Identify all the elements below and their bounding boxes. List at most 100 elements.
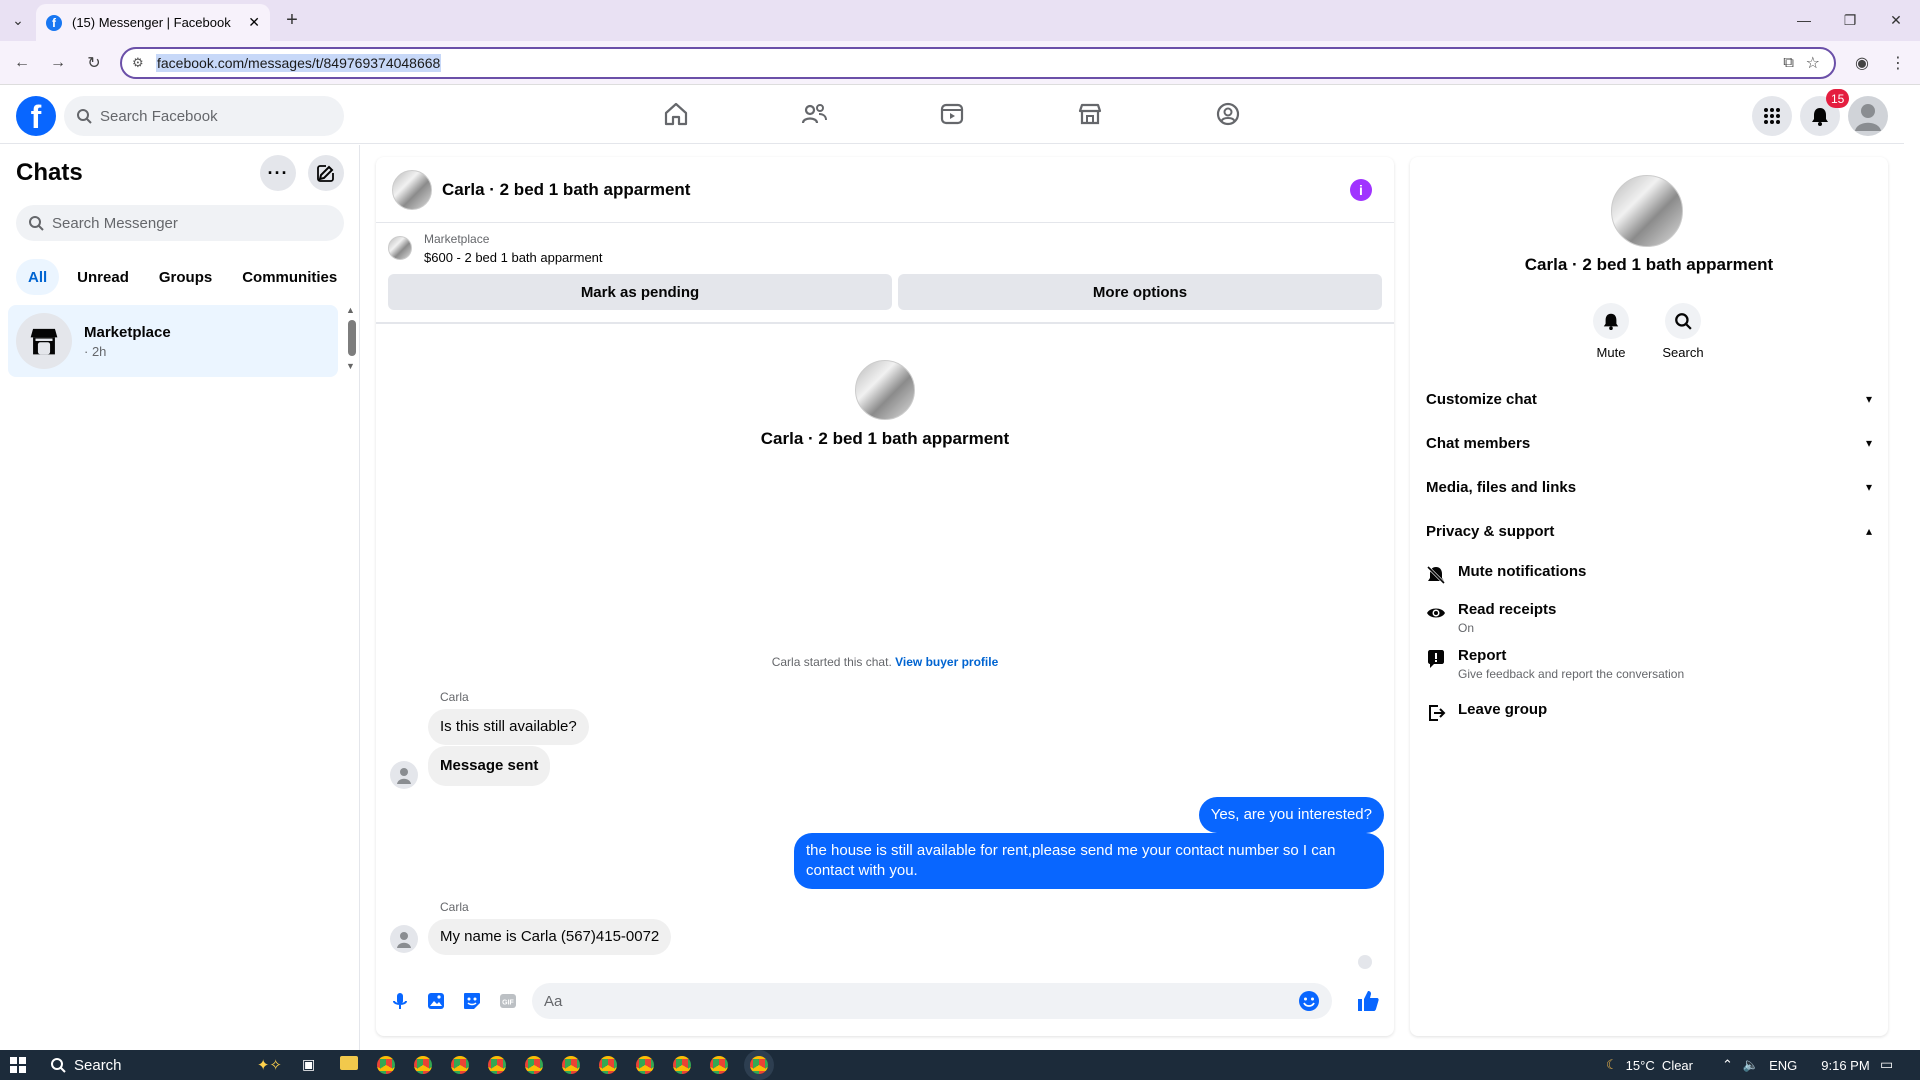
filter-communities[interactable]: Communities bbox=[230, 259, 349, 295]
menu-grid-icon[interactable] bbox=[1752, 96, 1792, 136]
copilot-sparkle-icon: ✦✧ bbox=[256, 1057, 282, 1074]
conversation-time: · 2h bbox=[84, 343, 107, 359]
mute-action[interactable]: Mute bbox=[1581, 303, 1641, 360]
install-app-icon[interactable]: ⧉ bbox=[1783, 54, 1794, 71]
filter-groups[interactable]: Groups bbox=[147, 259, 224, 295]
browser-tab[interactable]: f (15) Messenger | Facebook ✕ bbox=[36, 4, 270, 41]
video-icon[interactable] bbox=[938, 100, 966, 128]
weather-widget[interactable]: ☾ 15°C Clear bbox=[1606, 1050, 1693, 1080]
account-avatar[interactable] bbox=[1848, 96, 1888, 136]
scroll-down-icon[interactable]: ▼ bbox=[346, 361, 355, 371]
view-buyer-profile-link[interactable]: View buyer profile bbox=[895, 655, 998, 669]
message-bubble-incoming[interactable]: My name is Carla (567)415-0072 bbox=[428, 919, 672, 955]
privacy-support-section[interactable]: Privacy & support ▴ bbox=[1426, 513, 1872, 549]
file-explorer-icon[interactable] bbox=[340, 1056, 358, 1070]
chat-members-section[interactable]: Chat members ▾ bbox=[1426, 425, 1872, 461]
more-dots-icon: ··· bbox=[267, 162, 289, 183]
customize-chat-section[interactable]: Customize chat ▾ bbox=[1426, 381, 1872, 417]
seen-indicator-avatar bbox=[1358, 955, 1372, 969]
restore-icon[interactable]: ❐ bbox=[1840, 10, 1860, 30]
chat-list-scrollbar[interactable] bbox=[348, 320, 356, 356]
windows-start-icon[interactable] bbox=[10, 1057, 26, 1073]
gif-icon[interactable]: GIF bbox=[498, 991, 518, 1011]
microphone-icon[interactable] bbox=[390, 991, 410, 1011]
chrome-taskbar-icon[interactable] bbox=[488, 1056, 506, 1074]
conversation-avatar[interactable] bbox=[392, 169, 432, 210]
volume-icon[interactable]: 🔈 bbox=[1743, 1057, 1759, 1073]
filter-unread[interactable]: Unread bbox=[65, 259, 141, 295]
friends-icon[interactable] bbox=[800, 100, 828, 128]
language-indicator[interactable]: ENG bbox=[1769, 1058, 1797, 1073]
leave-group-item[interactable]: Leave group bbox=[1426, 701, 1547, 723]
reload-icon[interactable]: ↻ bbox=[84, 53, 104, 73]
privacy-support-label: Privacy & support bbox=[1426, 522, 1555, 540]
emoji-icon[interactable] bbox=[1298, 990, 1320, 1012]
chrome-taskbar-icon[interactable] bbox=[562, 1056, 580, 1074]
home-icon[interactable] bbox=[662, 100, 690, 128]
search-action[interactable]: Search bbox=[1653, 303, 1713, 360]
chrome-taskbar-icon[interactable] bbox=[525, 1056, 543, 1074]
conversation-info-icon[interactable]: i bbox=[1350, 179, 1372, 201]
chrome-taskbar-icon-active[interactable] bbox=[750, 1056, 768, 1074]
back-icon[interactable]: ← bbox=[12, 53, 32, 73]
listing-price[interactable]: $600 - 2 bed 1 bath apparment bbox=[424, 250, 603, 265]
chrome-taskbar-icon[interactable] bbox=[414, 1056, 432, 1074]
intro-avatar bbox=[855, 360, 915, 420]
chrome-taskbar-icon[interactable] bbox=[710, 1056, 728, 1074]
compose-icon bbox=[317, 165, 334, 182]
marketplace-icon[interactable] bbox=[1076, 100, 1104, 128]
chrome-taskbar-icon[interactable] bbox=[673, 1056, 691, 1074]
facebook-logo-icon[interactable]: f bbox=[16, 96, 56, 136]
photo-icon[interactable] bbox=[426, 991, 446, 1011]
conversation-pane: Carla · 2 bed 1 bath apparment i Marketp… bbox=[376, 157, 1394, 1036]
conversation-header: Carla · 2 bed 1 bath apparment i bbox=[376, 157, 1394, 223]
message-bubble-incoming[interactable]: Is this still available? bbox=[428, 709, 589, 745]
gaming-icon[interactable] bbox=[1214, 100, 1242, 128]
messenger-search-input[interactable]: Search Messenger bbox=[16, 205, 344, 241]
chrome-taskbar-icon[interactable] bbox=[636, 1056, 654, 1074]
mute-notifications-item[interactable]: Mute notifications bbox=[1426, 563, 1586, 585]
taskbar-search[interactable]: Search ✦✧ bbox=[40, 1050, 290, 1080]
forward-icon[interactable]: → bbox=[48, 53, 68, 73]
message-bubble-outgoing[interactable]: Yes, are you interested? bbox=[1198, 797, 1384, 833]
chrome-taskbar-icon[interactable] bbox=[377, 1056, 395, 1074]
window-close-icon[interactable]: ✕ bbox=[1886, 10, 1906, 30]
more-options-button[interactable]: More options bbox=[898, 274, 1382, 310]
chats-options-button[interactable]: ··· bbox=[260, 155, 296, 191]
message-composer: GIF Aa bbox=[376, 977, 1394, 1021]
tab-list-chevron-icon[interactable]: ⌄ bbox=[8, 10, 28, 30]
conversation-list-item[interactable]: Marketplace · 2h bbox=[8, 305, 338, 377]
conversation-title[interactable]: Carla · 2 bed 1 bath apparment bbox=[442, 180, 690, 200]
report-item[interactable]: Report Give feedback and report the conv… bbox=[1426, 647, 1684, 681]
listing-thumbnail[interactable] bbox=[388, 236, 412, 260]
scroll-up-icon[interactable]: ▲ bbox=[346, 305, 355, 315]
message-input-placeholder: Aa bbox=[544, 992, 563, 1010]
message-bubble-outgoing[interactable]: the house is still available for rent,pl… bbox=[794, 833, 1384, 889]
filter-all[interactable]: All bbox=[16, 259, 60, 295]
notification-center-icon[interactable]: ▭ bbox=[1880, 1056, 1893, 1073]
task-view-icon[interactable]: ▣ bbox=[302, 1056, 315, 1073]
clock[interactable]: 9:16 PM bbox=[1821, 1058, 1869, 1073]
new-tab-icon[interactable]: + bbox=[282, 9, 302, 31]
message-input[interactable]: Aa bbox=[532, 983, 1332, 1019]
profile-icon[interactable]: ◉ bbox=[1852, 53, 1872, 73]
tab-close-icon[interactable]: ✕ bbox=[248, 14, 260, 31]
read-receipts-item[interactable]: Read receipts On bbox=[1426, 601, 1556, 635]
chrome-taskbar-icon[interactable] bbox=[451, 1056, 469, 1074]
new-message-button[interactable] bbox=[308, 155, 344, 191]
like-thumb-icon[interactable] bbox=[1356, 989, 1380, 1013]
browser-menu-icon[interactable]: ⋮ bbox=[1888, 53, 1908, 73]
tray-chevron-icon[interactable]: ⌃ bbox=[1722, 1057, 1733, 1073]
sticker-icon[interactable] bbox=[462, 991, 482, 1011]
url-input[interactable]: ⚙ facebook.com/messages/t/84976937404866… bbox=[120, 47, 1836, 79]
minimize-icon[interactable]: — bbox=[1794, 10, 1814, 30]
search-icon bbox=[51, 1058, 66, 1073]
facebook-search-input[interactable]: Search Facebook bbox=[64, 96, 344, 136]
media-files-section[interactable]: Media, files and links ▾ bbox=[1426, 469, 1872, 505]
mark-as-pending-button[interactable]: Mark as pending bbox=[388, 274, 892, 310]
bookmark-star-icon[interactable]: ☆ bbox=[1806, 53, 1820, 73]
chrome-taskbar-icon[interactable] bbox=[599, 1056, 617, 1074]
message-bubble-incoming[interactable]: Message sent bbox=[428, 746, 551, 786]
site-info-icon[interactable]: ⚙ bbox=[132, 55, 144, 71]
windows-taskbar: Search ✦✧ ▣ ☾ 15°C Clear ⌃ 🔈 ENG 9:16 PM… bbox=[0, 1050, 1920, 1080]
